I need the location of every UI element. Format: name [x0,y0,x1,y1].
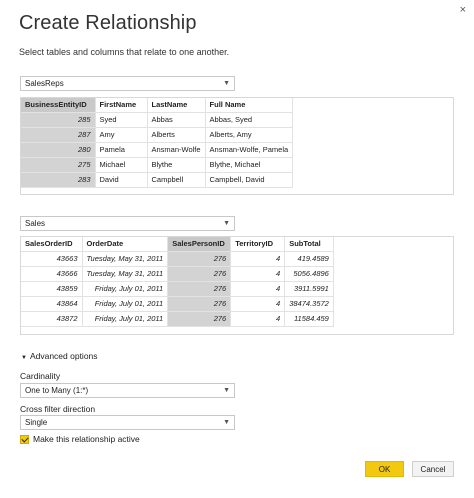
table-cell: Tuesday, May 31, 2011 [82,251,169,267]
close-icon[interactable]: × [460,4,466,16]
table-cell: 43859 [21,281,83,297]
table-cell: 11584.459 [284,311,334,327]
table1-select[interactable]: SalesReps ▼ [20,76,235,91]
table1-grid: BusinessEntityID FirstName LastName Full… [21,98,294,188]
table-cell: 43663 [21,251,83,267]
chevron-down-icon: ▼ [223,220,230,227]
table-row: 43663 Tuesday, May 31, 2011 276 4 419.45… [21,251,334,267]
table-cell: Friday, July 01, 2011 [82,296,169,312]
table2-col-header[interactable]: SubTotal [284,237,334,252]
dialog-subtitle: Select tables and columns that relate to… [19,47,230,57]
chevron-down-icon: ▼ [223,80,230,87]
table2-col-header[interactable]: SalesPersonID [167,237,232,252]
table-row: 283 David Campbell Campbell, David [21,172,294,188]
table-cell: 38474.3572 [284,296,334,312]
table-cell: 43872 [21,311,83,327]
table-cell: 4 [230,266,286,282]
cardinality-value: One to Many (1:*) [25,386,89,395]
table-cell: Friday, July 01, 2011 [82,281,169,297]
table-cell: 3911.5991 [284,281,334,297]
table-row: 43872 Friday, July 01, 2011 276 4 11584.… [21,311,334,327]
table-cell[interactable]: 276 [167,296,232,312]
table-cell[interactable]: 280 [21,142,96,158]
table-cell[interactable]: 276 [167,266,232,282]
table2-header-row: SalesOrderID OrderDate SalesPersonID Ter… [21,237,334,252]
table-row: 287 Amy Alberts Alberts, Amy [21,127,294,143]
table-row: 43859 Friday, July 01, 2011 276 4 3911.5… [21,281,334,297]
table-cell: Friday, July 01, 2011 [82,311,169,327]
table-cell: 43666 [21,266,83,282]
table-cell[interactable]: 276 [167,281,232,297]
table-cell: 4 [230,281,286,297]
table1-select-value: SalesReps [25,79,64,88]
table-cell: Alberts, Amy [205,127,294,143]
table1-preview: BusinessEntityID FirstName LastName Full… [20,97,454,195]
table-cell[interactable]: 285 [21,112,96,128]
advanced-options-toggle[interactable]: ▼ Advanced options [21,351,98,361]
dialog-title: Create Relationship [19,12,197,34]
table-cell[interactable]: 276 [167,251,232,267]
table-cell: Syed [95,112,148,128]
table-cell: 43864 [21,296,83,312]
table-cell: 5056.4896 [284,266,334,282]
table-cell: Abbas [147,112,206,128]
table1-col-header[interactable]: LastName [147,98,206,113]
table2-preview: SalesOrderID OrderDate SalesPersonID Ter… [20,236,454,335]
ok-button[interactable]: OK [365,461,404,477]
table2-select-value: Sales [25,219,46,228]
cross-filter-label: Cross filter direction [20,404,96,414]
cancel-button[interactable]: Cancel [412,461,454,477]
table-cell: 4 [230,296,286,312]
table-cell: Alberts [147,127,206,143]
active-relationship-row: Make this relationship active [20,434,140,444]
table-row: 275 Michael Blythe Blythe, Michael [21,157,294,173]
table-cell: Campbell, David [205,172,294,188]
cross-filter-value: Single [25,418,48,427]
cross-filter-select[interactable]: Single ▼ [20,415,235,430]
table-cell: 4 [230,251,286,267]
active-relationship-label: Make this relationship active [33,434,140,444]
table-cell: Amy [95,127,148,143]
table-cell[interactable]: 287 [21,127,96,143]
table2-col-header[interactable]: OrderDate [82,237,169,252]
table-cell: Ansman-Wolfe [147,142,206,158]
table-cell: Michael [95,157,148,173]
table1-col-header[interactable]: BusinessEntityID [21,98,96,113]
table1-header-row: BusinessEntityID FirstName LastName Full… [21,98,294,113]
table-cell: David [95,172,148,188]
table-cell: Abbas, Syed [205,112,294,128]
table2-select[interactable]: Sales ▼ [20,216,235,231]
table-cell: 419.4589 [284,251,334,267]
table-cell: Blythe [147,157,206,173]
table2-grid: SalesOrderID OrderDate SalesPersonID Ter… [21,237,334,327]
table-cell: Campbell [147,172,206,188]
table-row: 280 Pamela Ansman-Wolfe Ansman-Wolfe, Pa… [21,142,294,158]
table-cell: 4 [230,311,286,327]
table-cell[interactable]: 275 [21,157,96,173]
advanced-options-label: Advanced options [29,351,98,361]
table1-col-header[interactable]: Full Name [205,98,294,113]
table-cell[interactable]: 283 [21,172,96,188]
table-row: 285 Syed Abbas Abbas, Syed [21,112,294,128]
table2-col-header[interactable]: SalesOrderID [21,237,83,252]
table1-col-header[interactable]: FirstName [95,98,148,113]
table-cell[interactable]: 276 [167,311,232,327]
table-cell: Blythe, Michael [205,157,294,173]
chevron-down-icon: ▼ [223,419,230,426]
table-cell: Tuesday, May 31, 2011 [82,266,169,282]
cardinality-label: Cardinality [20,371,61,381]
table2-col-header[interactable]: TerritoryID [230,237,286,252]
table-cell: Ansman-Wolfe, Pamela [205,142,294,158]
active-relationship-checkbox[interactable] [20,434,29,444]
triangle-down-icon: ▼ [21,355,27,361]
table-row: 43666 Tuesday, May 31, 2011 276 4 5056.4… [21,266,334,282]
cardinality-select[interactable]: One to Many (1:*) ▼ [20,383,235,398]
chevron-down-icon: ▼ [223,387,230,394]
table-row: 43864 Friday, July 01, 2011 276 4 38474.… [21,296,334,312]
table-cell: Pamela [95,142,148,158]
